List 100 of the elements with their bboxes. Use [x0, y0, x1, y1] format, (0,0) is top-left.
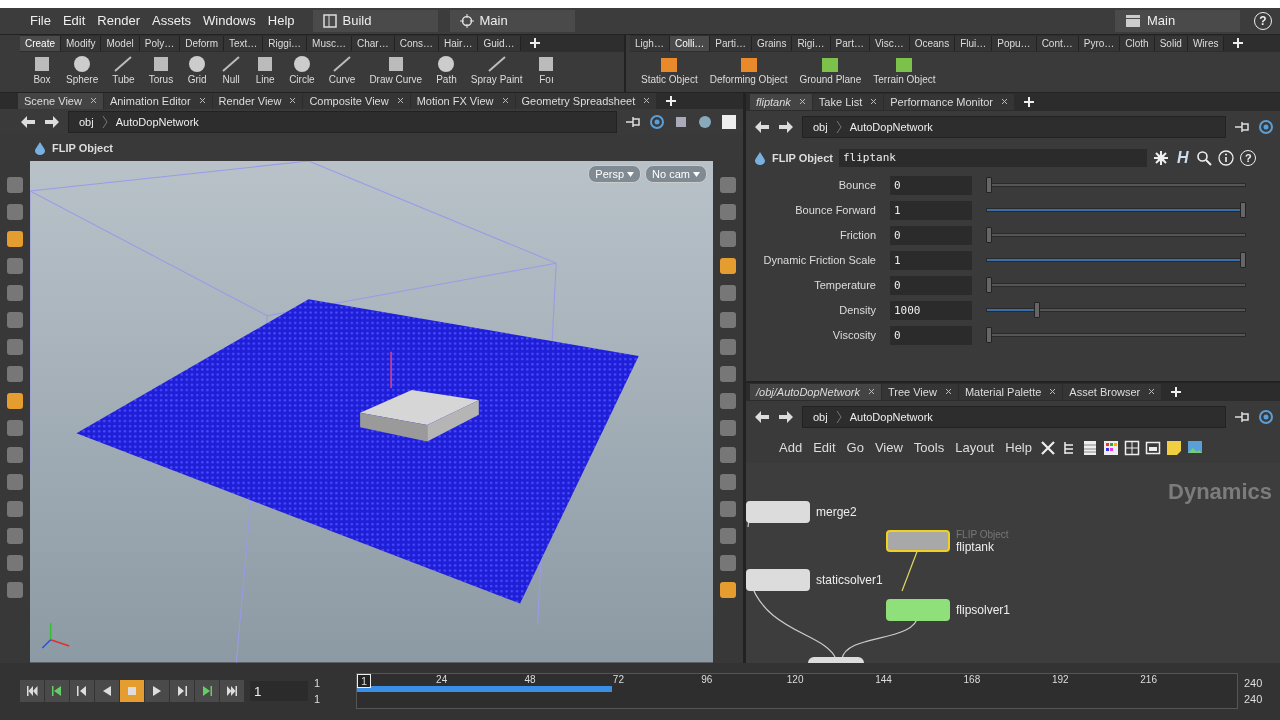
pane-tab[interactable]: Take List — [812, 93, 884, 110]
shelf-tab[interactable]: Parti… — [710, 35, 752, 51]
shelf-tool[interactable]: Torus — [142, 53, 180, 85]
tool-icon[interactable] — [7, 231, 23, 248]
add-tab-icon[interactable] — [528, 37, 541, 50]
shelf-tab[interactable]: Deform — [180, 35, 224, 51]
playback-button[interactable] — [120, 680, 144, 703]
sphere-icon[interactable] — [697, 113, 713, 130]
close-icon[interactable] — [1148, 388, 1156, 396]
close-icon[interactable] — [798, 98, 806, 106]
node-name[interactable]: merge2 — [816, 504, 857, 519]
shelf-tab[interactable]: Poly… — [139, 35, 181, 51]
shelf-tool[interactable]: Ground Plane — [794, 53, 867, 85]
tool-icon[interactable] — [720, 204, 736, 221]
tool-icon[interactable] — [720, 420, 736, 437]
playback-button[interactable] — [145, 680, 169, 703]
playback-button[interactable] — [195, 680, 219, 703]
tool-icon[interactable] — [720, 312, 736, 329]
shelf-tab[interactable]: Solid — [1154, 35, 1188, 51]
tool-icon[interactable] — [7, 285, 23, 302]
playback-button[interactable] — [170, 680, 194, 703]
network-node[interactable] — [886, 598, 950, 621]
scene-dropdown[interactable]: Main — [1115, 9, 1240, 32]
playback-button[interactable] — [45, 680, 69, 703]
shelf-tool[interactable]: Sphere — [60, 53, 105, 85]
shelf-tab[interactable]: Hair… — [439, 35, 479, 51]
tool-icon[interactable] — [720, 474, 736, 491]
list-icon[interactable] — [1082, 439, 1098, 456]
menu-item[interactable]: Assets — [146, 13, 197, 29]
shelf-tool[interactable]: Grid — [181, 53, 214, 85]
close-icon[interactable] — [867, 388, 875, 396]
tool-icon[interactable] — [7, 312, 23, 329]
tool-icon[interactable] — [7, 393, 23, 410]
tool-icon[interactable] — [720, 285, 736, 302]
pin-icon[interactable] — [625, 114, 641, 129]
shelf-tool[interactable]: Spray Paint — [464, 53, 529, 85]
pane-tab[interactable]: fliptank — [750, 93, 812, 110]
menu-item[interactable]: Tools — [910, 440, 948, 456]
menu-item[interactable]: Layout — [952, 440, 998, 456]
shelf-tab[interactable]: Cons… — [394, 35, 440, 51]
add-tab-icon[interactable] — [1232, 37, 1245, 50]
close-icon[interactable] — [643, 97, 651, 105]
sticky-note-icon[interactable] — [1166, 439, 1182, 456]
tool-icon[interactable] — [7, 204, 23, 221]
grid-icon[interactable] — [1124, 439, 1140, 456]
close-icon[interactable] — [944, 388, 952, 396]
parameter-field[interactable]: 1000 — [890, 300, 972, 320]
target-icon[interactable] — [649, 113, 665, 130]
menu-item[interactable]: Edit — [56, 13, 92, 29]
shelf-tool[interactable]: Foı — [530, 53, 563, 85]
shelf-tool[interactable]: Circle — [283, 53, 321, 85]
tool-icon[interactable] — [7, 474, 23, 491]
shelf-tab[interactable]: Musc… — [307, 35, 352, 51]
network-node[interactable] — [746, 568, 810, 591]
tool-icon[interactable] — [720, 582, 736, 599]
pin-icon[interactable] — [1234, 409, 1250, 424]
tool-icon[interactable] — [720, 231, 736, 248]
playback-button[interactable] — [20, 680, 44, 703]
layout-icon[interactable] — [1145, 439, 1161, 456]
close-icon[interactable] — [501, 97, 509, 105]
parameter-field[interactable]: 0 — [890, 175, 972, 195]
tool-icon[interactable] — [720, 528, 736, 545]
pane-tab[interactable]: Performance Monitor — [884, 93, 1014, 110]
close-icon[interactable] — [89, 97, 97, 105]
playback-button[interactable] — [70, 680, 94, 703]
frame-field[interactable]: 1 — [250, 681, 308, 702]
menu-item[interactable]: Help — [261, 13, 301, 29]
shelf-tab[interactable]: Char… — [352, 35, 395, 51]
menu-item[interactable]: Windows — [197, 13, 262, 29]
shelf-tab[interactable]: Ligh… — [630, 35, 670, 51]
tool-icon[interactable] — [720, 366, 736, 383]
tool-icon[interactable] — [7, 447, 23, 464]
back-icon[interactable] — [754, 409, 770, 424]
playback-button[interactable] — [220, 680, 244, 703]
menu-item[interactable]: Go — [843, 440, 867, 456]
close-icon[interactable] — [396, 97, 404, 105]
shelf-tab[interactable]: Part… — [830, 35, 870, 51]
path-field[interactable]: obj AutoDopNetwork — [68, 110, 617, 133]
parameter-field[interactable]: 0 — [890, 325, 972, 345]
pane-tab[interactable]: /obj/AutoDopNetwork — [750, 383, 881, 400]
shelf-tab[interactable]: Text… — [223, 35, 264, 51]
shelf-tool[interactable]: Box — [26, 53, 58, 85]
shelf-tool[interactable]: Deforming Object — [704, 53, 793, 85]
menu-item[interactable]: Render — [91, 13, 146, 29]
tool-icon[interactable] — [720, 501, 736, 518]
info-icon[interactable] — [1218, 149, 1235, 166]
forward-icon[interactable] — [44, 114, 60, 129]
tool-icon[interactable] — [7, 582, 23, 599]
context-dropdown[interactable]: Main — [449, 9, 575, 32]
tool-icon[interactable] — [7, 177, 23, 194]
shelf-tool[interactable]: Static Object — [636, 53, 703, 85]
shelf-tab[interactable]: Create — [20, 35, 61, 51]
current-frame-marker[interactable]: 1 — [357, 674, 372, 689]
wrench-icon[interactable] — [1040, 439, 1056, 456]
path-field[interactable]: obj AutoDopNetwork — [802, 405, 1226, 428]
add-tab-icon[interactable] — [665, 94, 678, 107]
tool-icon[interactable] — [7, 555, 23, 572]
tool-icon[interactable] — [7, 339, 23, 356]
close-icon[interactable] — [198, 97, 206, 105]
parameter-field[interactable]: 1 — [890, 200, 972, 220]
